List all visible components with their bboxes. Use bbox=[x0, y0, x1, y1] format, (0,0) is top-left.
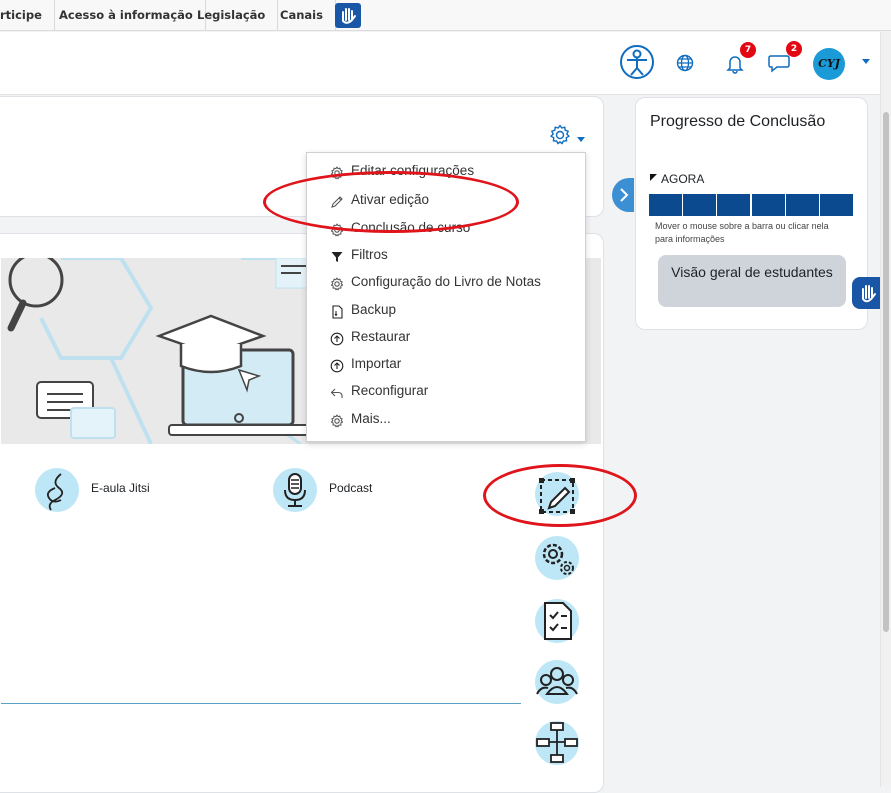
scrollbar-thumb[interactable] bbox=[883, 112, 889, 632]
activity-label-jitsi[interactable]: E-aula Jitsi bbox=[91, 481, 150, 495]
menu-item-label: Conclusão de curso bbox=[351, 219, 471, 235]
menu-item-backup[interactable]: Backup bbox=[307, 298, 585, 325]
menu-item-label: Restaurar bbox=[351, 328, 411, 344]
message-badge: 2 bbox=[786, 41, 802, 57]
drawer-toggle-button[interactable] bbox=[612, 178, 634, 212]
progress-segment[interactable] bbox=[717, 194, 751, 216]
globe-icon[interactable] bbox=[676, 54, 694, 72]
top-navbar: 7 2 CYJ bbox=[0, 32, 880, 95]
menu-item-label: Mais... bbox=[351, 410, 391, 426]
avatar[interactable]: CYJ bbox=[813, 48, 845, 80]
gov-link-canais[interactable]: Canais bbox=[268, 0, 336, 31]
file-icon bbox=[330, 304, 344, 319]
course-structure-icon[interactable] bbox=[535, 721, 579, 765]
progress-segment[interactable] bbox=[751, 194, 785, 216]
user-menu-caret-icon[interactable] bbox=[862, 59, 870, 64]
now-label: AGORA bbox=[661, 172, 705, 186]
gear-icon bbox=[330, 165, 344, 180]
menu-item-reconfigurar[interactable]: Reconfigurar bbox=[307, 379, 585, 406]
progress-segment[interactable] bbox=[785, 194, 819, 216]
progress-segment[interactable] bbox=[819, 194, 853, 216]
accessibility-icon[interactable] bbox=[619, 44, 655, 80]
undo-icon bbox=[330, 385, 344, 399]
microphone-icon[interactable] bbox=[273, 468, 317, 512]
menu-item-label: Backup bbox=[351, 301, 397, 317]
filter-icon bbox=[330, 249, 344, 263]
jitsi-icon[interactable] bbox=[35, 468, 79, 512]
progress-hint: Mover o mouse sobre a barra ou clicar ne… bbox=[655, 221, 829, 244]
settings-caret-icon[interactable] bbox=[577, 137, 585, 142]
page-scrollbar[interactable] bbox=[880, 32, 891, 787]
progress-segment[interactable] bbox=[649, 194, 683, 216]
menu-item-label: Ativar edição bbox=[351, 192, 430, 208]
menu-item-mais[interactable]: Mais... bbox=[307, 407, 585, 434]
gear-icon bbox=[330, 222, 344, 236]
menu-item-restaurar[interactable]: Restaurar bbox=[307, 325, 585, 352]
edit-mode-icon[interactable] bbox=[535, 472, 579, 516]
student-overview-button[interactable]: Visão geral de estudantes bbox=[658, 255, 846, 307]
menu-item-conclusao-de-curso[interactable]: Conclusão de curso bbox=[307, 216, 585, 243]
gov-top-bar: rticipe Acesso à informação Legislação C… bbox=[0, 0, 891, 31]
section-divider bbox=[1, 703, 521, 704]
menu-item-label: Reconfigurar bbox=[351, 383, 429, 399]
chat-icon[interactable] bbox=[768, 53, 790, 73]
settings-gears-icon[interactable] bbox=[535, 536, 579, 580]
checklist-icon[interactable] bbox=[535, 599, 579, 643]
gear-icon bbox=[330, 413, 344, 427]
activity-label-podcast[interactable]: Podcast bbox=[329, 481, 372, 495]
menu-item-label: Importar bbox=[351, 356, 402, 372]
avatar-initials: CYJ bbox=[818, 57, 840, 70]
menu-item-configuracao-do-livro-de-notas[interactable]: Configuração do Livro de Notas bbox=[307, 270, 585, 297]
vlibras-hand-icon[interactable] bbox=[335, 3, 361, 28]
participants-icon[interactable] bbox=[535, 660, 579, 704]
settings-dropdown-menu: Editar configurações Ativar edição Conclus… bbox=[306, 152, 586, 442]
gear-icon bbox=[330, 276, 344, 291]
now-marker-icon bbox=[650, 174, 657, 181]
bell-icon[interactable] bbox=[726, 54, 744, 74]
gov-link-legislacao[interactable]: Legislação bbox=[185, 0, 279, 31]
settings-gear-icon[interactable] bbox=[549, 124, 571, 146]
menu-item-label: Filtros bbox=[351, 246, 388, 262]
menu-item-label: Editar configurações bbox=[351, 163, 475, 178]
menu-item-filtros[interactable]: Filtros bbox=[307, 243, 585, 270]
menu-item-ativar-edicao[interactable]: Ativar edição bbox=[307, 188, 585, 215]
menu-item-editar-configuracoes[interactable]: Editar configurações bbox=[307, 159, 585, 186]
notification-badge: 7 bbox=[740, 42, 756, 58]
menu-item-importar[interactable]: Importar bbox=[307, 352, 585, 379]
upload-icon bbox=[330, 358, 344, 373]
completion-progress-block: Progresso de Conclusão AGORA Mover o mou… bbox=[635, 97, 868, 330]
progress-segment[interactable] bbox=[683, 194, 717, 216]
gov-link-acesso-informacao[interactable]: Acesso à informação bbox=[47, 0, 206, 31]
progress-bar[interactable] bbox=[649, 194, 854, 216]
menu-item-label: Configuração do Livro de Notas bbox=[351, 274, 541, 290]
block-title: Progresso de Conclusão bbox=[650, 113, 826, 130]
upload-icon bbox=[330, 331, 344, 346]
pencil-icon bbox=[330, 194, 344, 209]
